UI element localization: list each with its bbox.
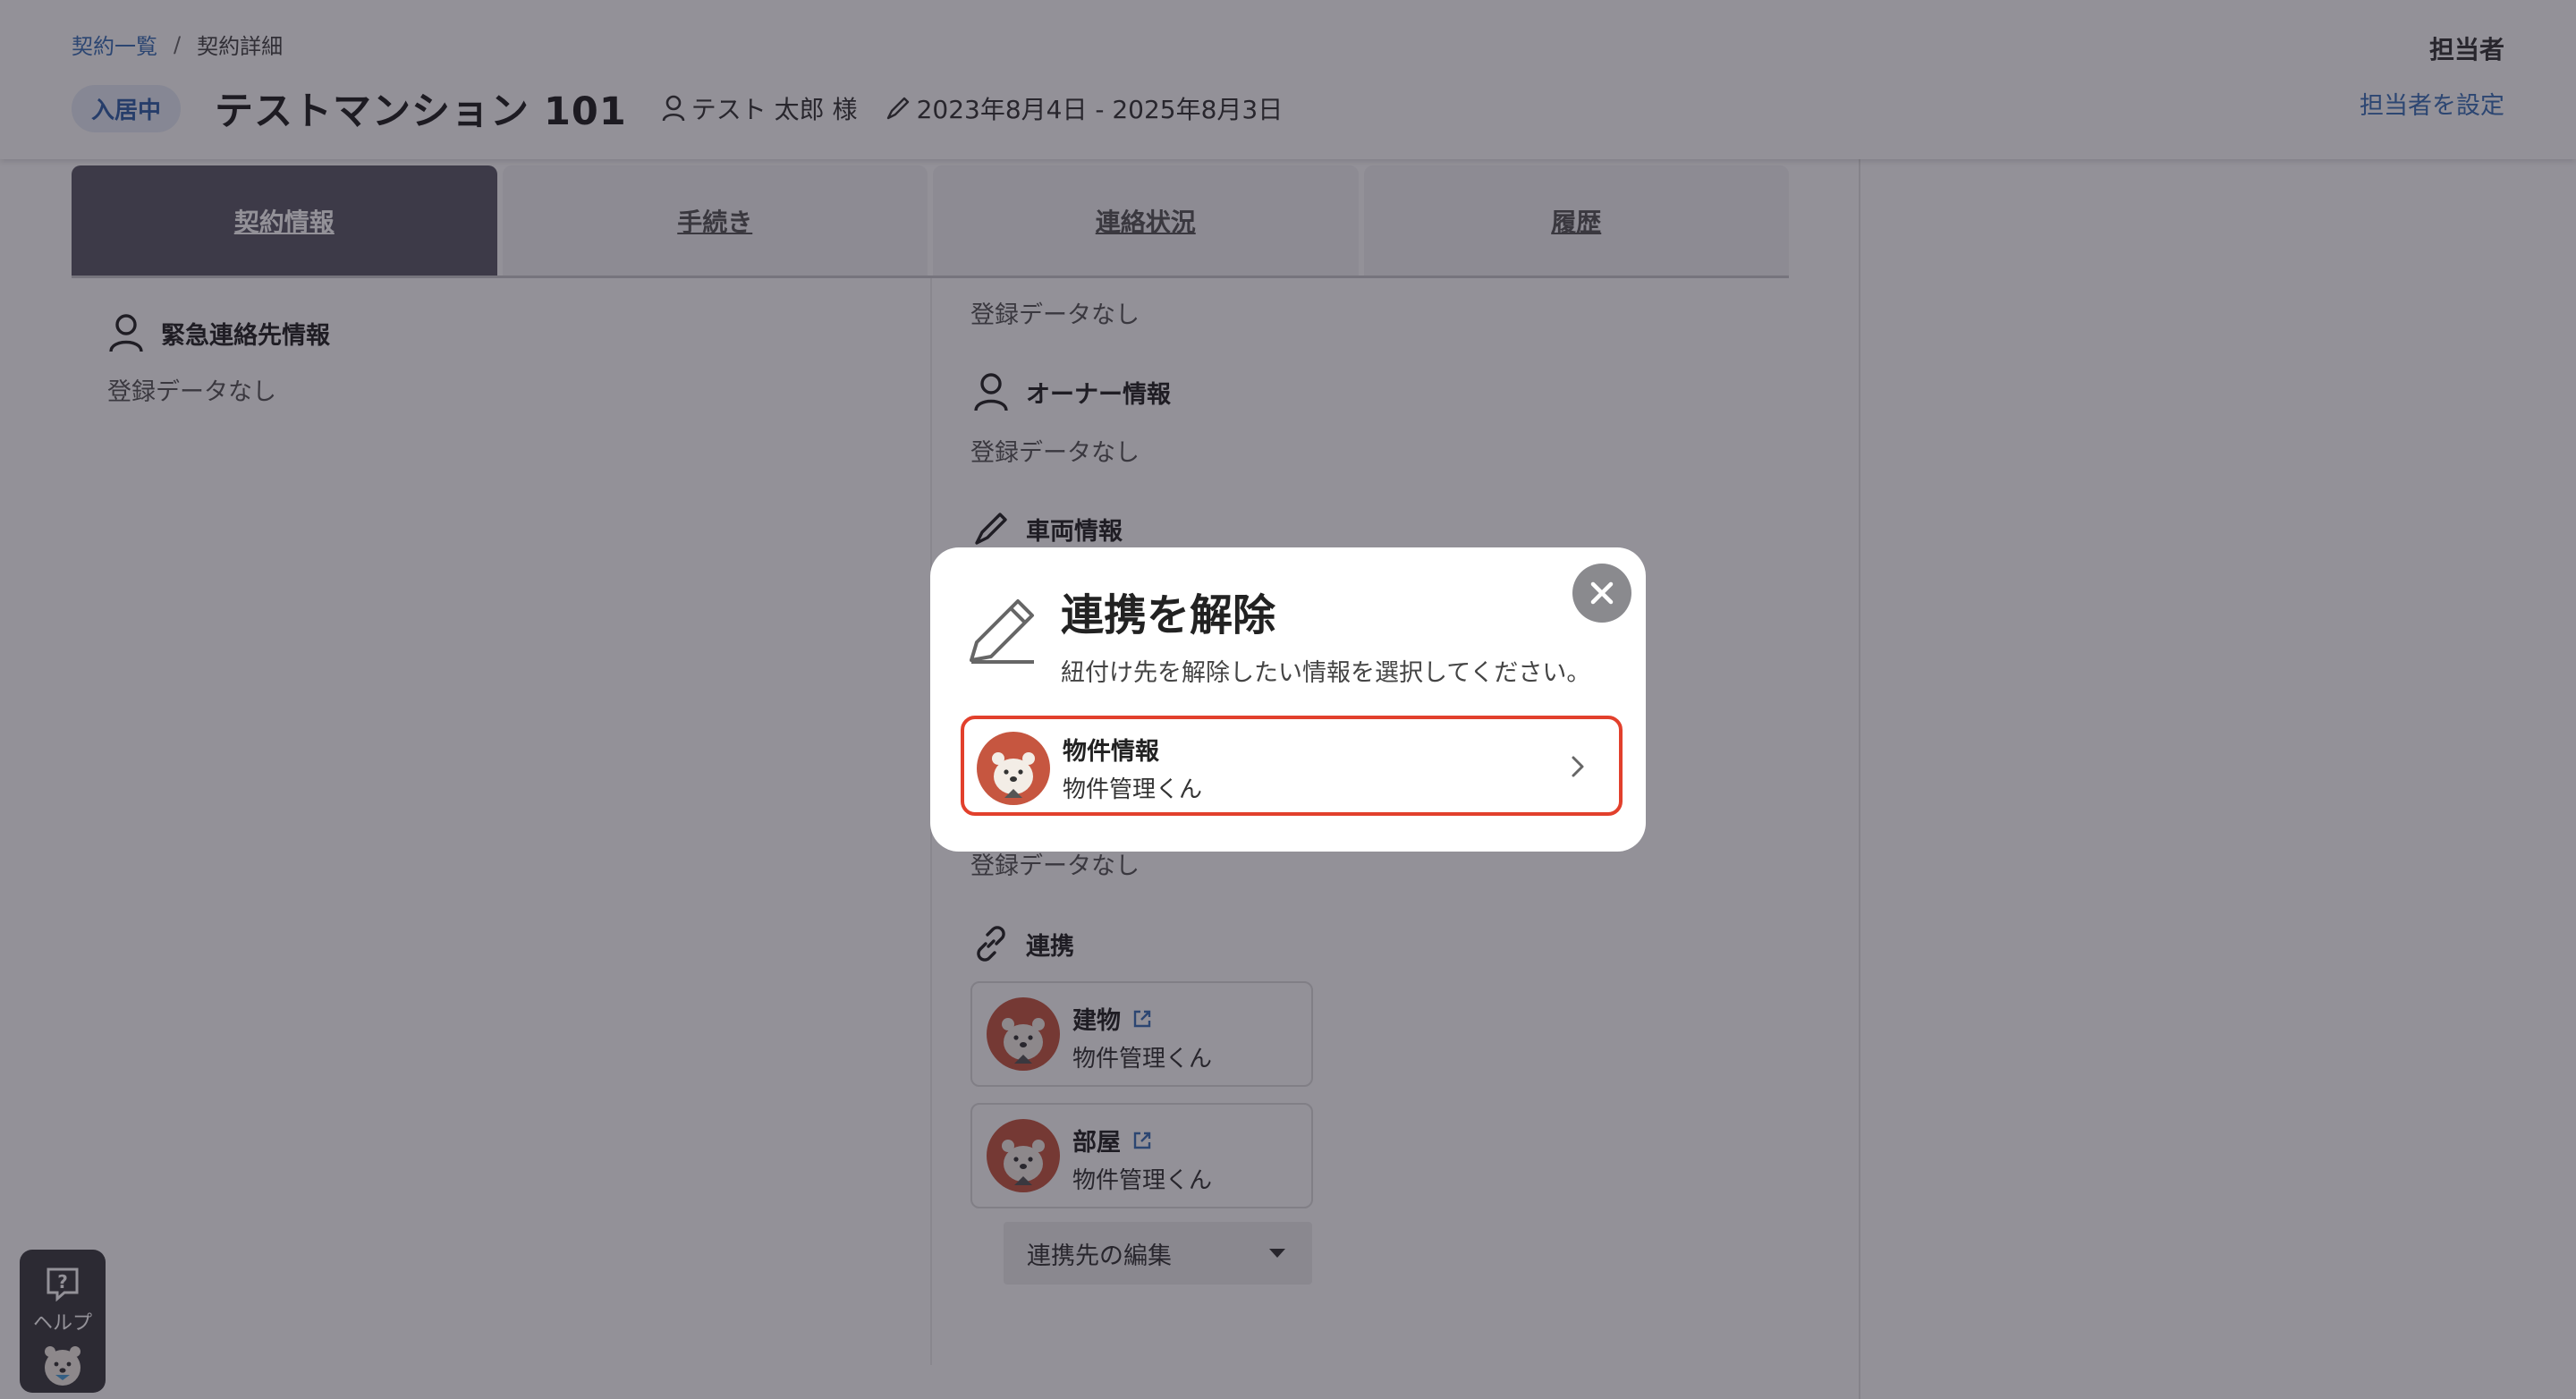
chevron-right-icon	[1572, 756, 1584, 777]
unlink-dialog: 連携を解除 紐付け先を解除したい情報を選択してください。 物件情報 物件管理くん	[930, 547, 1646, 852]
dialog-description: 紐付け先を解除したい情報を選択してください。	[1061, 659, 1591, 687]
property-info-option[interactable]: 物件情報 物件管理くん	[961, 716, 1623, 816]
close-icon	[1590, 581, 1614, 605]
close-dialog-button[interactable]	[1572, 564, 1631, 623]
option-subtitle: 物件管理くん	[1063, 776, 1203, 803]
pen-icon	[970, 599, 1034, 664]
dialog-title: 連携を解除	[1061, 590, 1276, 640]
bear-avatar-icon	[977, 732, 1050, 805]
option-title: 物件情報	[1063, 738, 1159, 766]
